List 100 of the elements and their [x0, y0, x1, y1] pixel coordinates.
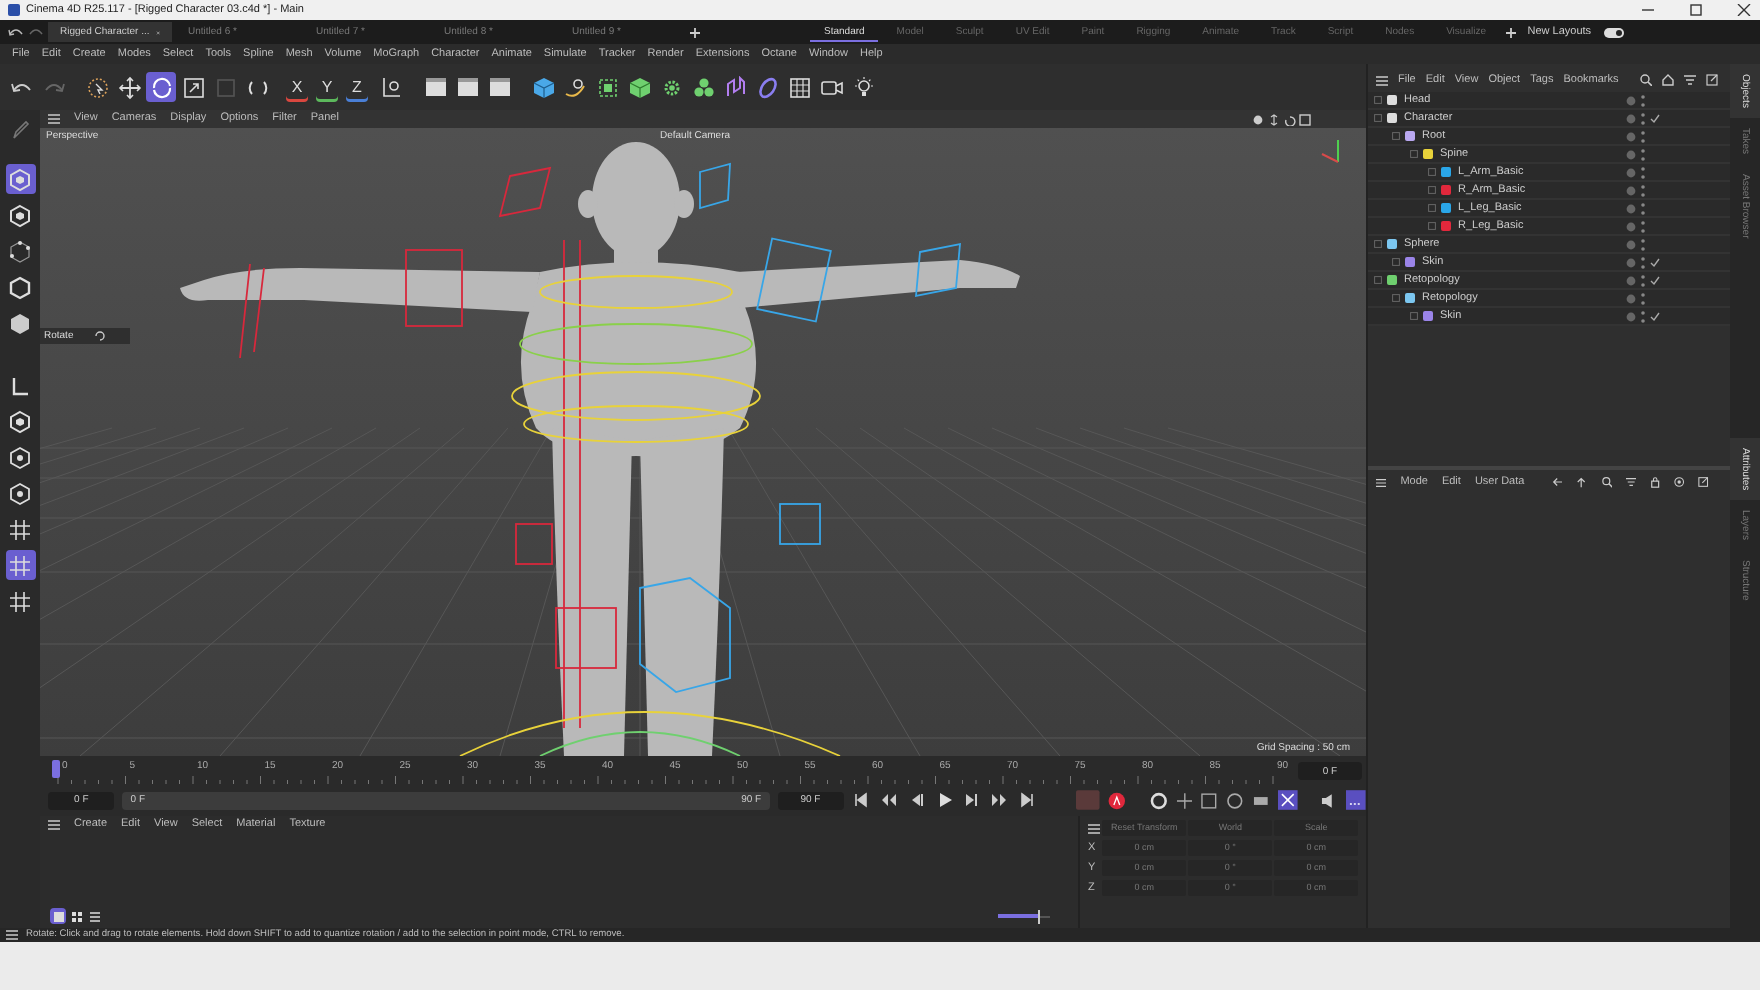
- back-arrow-icon[interactable]: [1552, 476, 1563, 488]
- layer-dot-icon[interactable]: [1626, 131, 1636, 141]
- visibility-dots-icon[interactable]: [1640, 255, 1646, 269]
- home-icon[interactable]: [1662, 74, 1674, 86]
- plus-icon[interactable]: [688, 25, 702, 39]
- mode-button[interactable]: [5, 586, 35, 616]
- view-mode-button[interactable]: [50, 908, 66, 924]
- parameter-key-icon[interactable]: [1251, 791, 1270, 809]
- visibility-dots-icon[interactable]: [1640, 219, 1646, 233]
- autokey-icon[interactable]: [1107, 791, 1126, 809]
- mode-button[interactable]: [5, 478, 35, 508]
- filter-icon[interactable]: [1625, 476, 1636, 488]
- layer-dot-icon[interactable]: [1626, 185, 1636, 195]
- close-icon[interactable]: [1736, 4, 1752, 16]
- tool-button[interactable]: [420, 72, 450, 102]
- mode-button[interactable]: [5, 200, 35, 230]
- rig-controls-drawing[interactable]: [239, 162, 961, 756]
- target-icon: [8, 445, 32, 469]
- character-model-drawing[interactable]: [180, 142, 1020, 756]
- layer-dot-icon[interactable]: [1626, 311, 1636, 321]
- visibility-dots-icon[interactable]: [1640, 183, 1646, 197]
- new-window-icon[interactable]: [1698, 476, 1710, 488]
- navigation-icons-drawing[interactable]: [1252, 113, 1312, 125]
- layer-dot-icon[interactable]: [1626, 257, 1636, 267]
- tool-button[interactable]: [624, 72, 654, 102]
- visibility-dots-icon[interactable]: [1640, 165, 1646, 179]
- search-icon[interactable]: [1640, 74, 1652, 86]
- layer-dot-icon[interactable]: [1626, 113, 1636, 123]
- new-window-icon[interactable]: [1706, 74, 1718, 86]
- checkmark-icon[interactable]: [1650, 311, 1660, 321]
- tool-button[interactable]: [82, 72, 112, 102]
- layer-dot-icon[interactable]: [1626, 149, 1636, 159]
- view-mode-button[interactable]: [68, 908, 85, 924]
- visibility-dots-icon[interactable]: [1640, 147, 1646, 161]
- tool-button[interactable]: [452, 72, 482, 102]
- checkmark-icon[interactable]: [1650, 257, 1660, 267]
- menu-icon[interactable]: [1376, 75, 1388, 85]
- position-key-icon[interactable]: [1175, 791, 1193, 809]
- menu-icon[interactable]: [1376, 477, 1387, 487]
- target-icon[interactable]: [1674, 476, 1685, 488]
- visibility-dots-icon[interactable]: [1640, 201, 1646, 215]
- layer-dot-icon[interactable]: [1626, 293, 1636, 303]
- axis-button[interactable]: Z: [346, 72, 368, 102]
- filter-icon[interactable]: [1684, 74, 1696, 86]
- ring-icon: [755, 75, 779, 99]
- undo-icon[interactable]: [8, 26, 24, 38]
- view-mode-button[interactable]: [87, 908, 104, 924]
- search-icon[interactable]: [1601, 476, 1612, 488]
- mode-button[interactable]: [5, 406, 35, 436]
- playhead-handle[interactable]: [52, 760, 60, 778]
- menu-icon[interactable]: [48, 820, 60, 830]
- timeline-options-icon[interactable]: [1346, 790, 1367, 810]
- key-selection-icon[interactable]: [1149, 791, 1167, 809]
- tool-button[interactable]: [688, 72, 718, 102]
- visibility-dots-icon[interactable]: [1640, 273, 1646, 287]
- layer-dot-icon[interactable]: [1626, 203, 1636, 213]
- scale-icon: [181, 75, 205, 99]
- layout-toggle[interactable]: [1603, 27, 1624, 37]
- minimize-icon[interactable]: [1640, 4, 1656, 16]
- scale-key-icon[interactable]: [1200, 791, 1219, 809]
- mode-button[interactable]: [5, 308, 35, 338]
- mode-button[interactable]: [5, 514, 35, 544]
- axis-button[interactable]: Y: [316, 72, 338, 102]
- menu-icon[interactable]: [1088, 823, 1100, 833]
- mode-button[interactable]: [5, 550, 35, 580]
- visibility-dots-icon[interactable]: [1640, 237, 1646, 251]
- tool-button[interactable]: [146, 72, 176, 102]
- menu-icon[interactable]: [6, 930, 18, 940]
- next-key-icon: [990, 792, 1009, 808]
- plus-icon[interactable]: [1503, 25, 1518, 39]
- layer-dot-icon[interactable]: [1626, 239, 1636, 249]
- layer-dot-icon[interactable]: [1626, 95, 1636, 105]
- layer-dot-icon[interactable]: [1626, 275, 1636, 285]
- menu-icon[interactable]: [48, 114, 60, 124]
- visibility-dots-icon[interactable]: [1640, 291, 1646, 305]
- lock-icon[interactable]: [1649, 476, 1661, 488]
- tool-button[interactable]: [484, 72, 514, 102]
- restore-icon[interactable]: [1688, 4, 1704, 16]
- layer-dot-icon[interactable]: [1626, 221, 1636, 231]
- layer-dot-icon[interactable]: [1626, 167, 1636, 177]
- mode-button[interactable]: [5, 164, 35, 194]
- checkmark-icon[interactable]: [1650, 275, 1660, 285]
- mode-button[interactable]: [5, 236, 35, 266]
- rotation-key-icon[interactable]: [1226, 791, 1244, 809]
- axis-button[interactable]: X: [286, 72, 308, 102]
- tool-button[interactable]: [114, 72, 144, 102]
- point-level-icon[interactable]: [1277, 790, 1298, 810]
- mode-button[interactable]: [5, 442, 35, 472]
- mode-button[interactable]: [5, 272, 35, 302]
- visibility-dots-icon[interactable]: [1640, 309, 1646, 323]
- refresh-icon[interactable]: [93, 330, 106, 342]
- up-arrow-icon[interactable]: [1576, 476, 1588, 488]
- target-icon: [8, 481, 32, 505]
- visibility-dots-icon[interactable]: [1640, 93, 1646, 107]
- checkmark-icon[interactable]: [1650, 113, 1660, 123]
- tool-button[interactable]: [784, 72, 814, 102]
- visibility-dots-icon[interactable]: [1640, 111, 1646, 125]
- visibility-dots-icon[interactable]: [1640, 129, 1646, 143]
- tool-button[interactable]: [528, 72, 558, 102]
- tool-button[interactable]: [178, 72, 208, 102]
